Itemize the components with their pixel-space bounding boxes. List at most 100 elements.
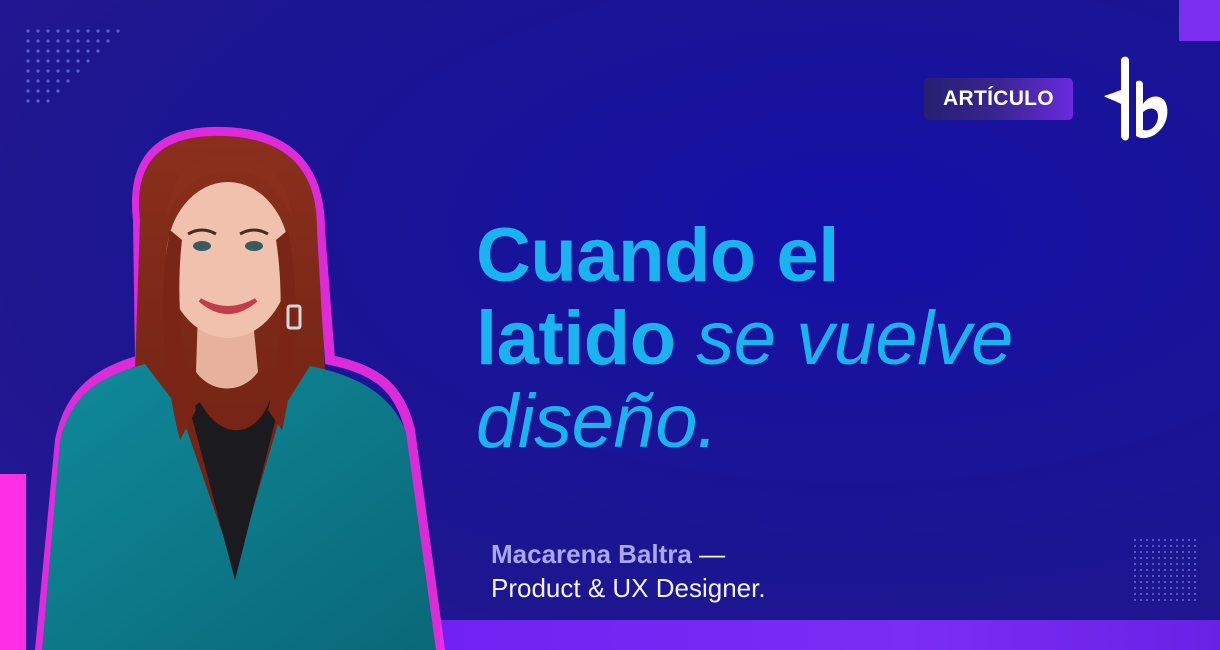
dot [1182,587,1184,589]
dot-pattern-bottom-right [1134,539,1196,601]
dot [1194,539,1196,541]
dot [26,79,30,83]
dot [1182,593,1184,595]
dot [26,89,30,93]
dot [1170,563,1172,565]
dot [1158,575,1160,577]
bottom-accent-bar [440,620,1220,650]
dot [1164,593,1166,595]
dot [1182,569,1184,571]
dot [1176,593,1178,595]
dot [1134,575,1136,577]
dot [1158,587,1160,589]
dot [1170,599,1172,601]
dot [1158,545,1160,547]
dot [36,49,40,53]
dot [1188,581,1190,583]
dot [66,39,70,43]
dot [36,69,40,73]
dot [1176,545,1178,547]
dot [1182,563,1184,565]
brand-logo-icon [1104,56,1168,141]
dot [1164,557,1166,559]
dot [1194,569,1196,571]
dot [1134,599,1136,601]
dot [1182,539,1184,541]
dot [1152,557,1154,559]
dot [1158,593,1160,595]
dot [1188,569,1190,571]
dot [1152,587,1154,589]
dot [1140,593,1142,595]
dot [1152,551,1154,553]
dot [1194,557,1196,559]
article-badge-label: ARTÍCULO [943,87,1054,110]
dot [1152,575,1154,577]
dot [46,29,50,33]
dot [26,99,30,103]
dot [86,49,90,53]
dot [86,59,90,63]
dot [1170,587,1172,589]
dot [1182,557,1184,559]
dot [1140,551,1142,553]
dot [1170,557,1172,559]
dot [1152,563,1154,565]
dot [1146,587,1148,589]
dot [1170,575,1172,577]
dot [1176,557,1178,559]
dot [1134,563,1136,565]
dot [1146,593,1148,595]
dot [96,29,100,33]
article-badge: ARTÍCULO [924,78,1073,120]
dot [1158,569,1160,571]
dot [76,59,80,63]
dot [1164,575,1166,577]
dot [1194,581,1196,583]
dot [26,39,30,43]
author-name: Macarena Baltra [491,539,692,569]
dot [1140,539,1142,541]
dot [1164,539,1166,541]
dot [1170,545,1172,547]
dot [1188,587,1190,589]
dot [1146,575,1148,577]
dot [26,69,30,73]
dot [1188,545,1190,547]
dot [1188,563,1190,565]
dot [1176,569,1178,571]
dot [106,39,110,43]
dot [1140,599,1142,601]
dot [1170,581,1172,583]
dot [1176,599,1178,601]
dot [56,79,60,83]
dot [1194,545,1196,547]
dot [1182,599,1184,601]
dot [106,29,110,33]
dot [1194,563,1196,565]
dot [1146,581,1148,583]
dot [1146,551,1148,553]
dot-pattern-top-left [26,29,120,103]
dot [56,39,60,43]
dot [1182,581,1184,583]
dot [26,59,30,63]
headline-line-2-light: se vuelve [696,296,1013,381]
dot [1134,557,1136,559]
dot [116,29,120,33]
author-photo [34,126,446,650]
dot [1158,599,1160,601]
article-banner: ARTÍCULO Cuando el latido se vuelve dise… [0,0,1220,650]
dot [76,29,80,33]
dot [1134,545,1136,547]
dot [1140,569,1142,571]
dot [36,89,40,93]
dot [26,29,30,33]
dot [1134,593,1136,595]
dot [36,79,40,83]
dot [1158,539,1160,541]
dot [1176,575,1178,577]
dot [76,69,80,73]
dot [1140,581,1142,583]
dot [1164,569,1166,571]
